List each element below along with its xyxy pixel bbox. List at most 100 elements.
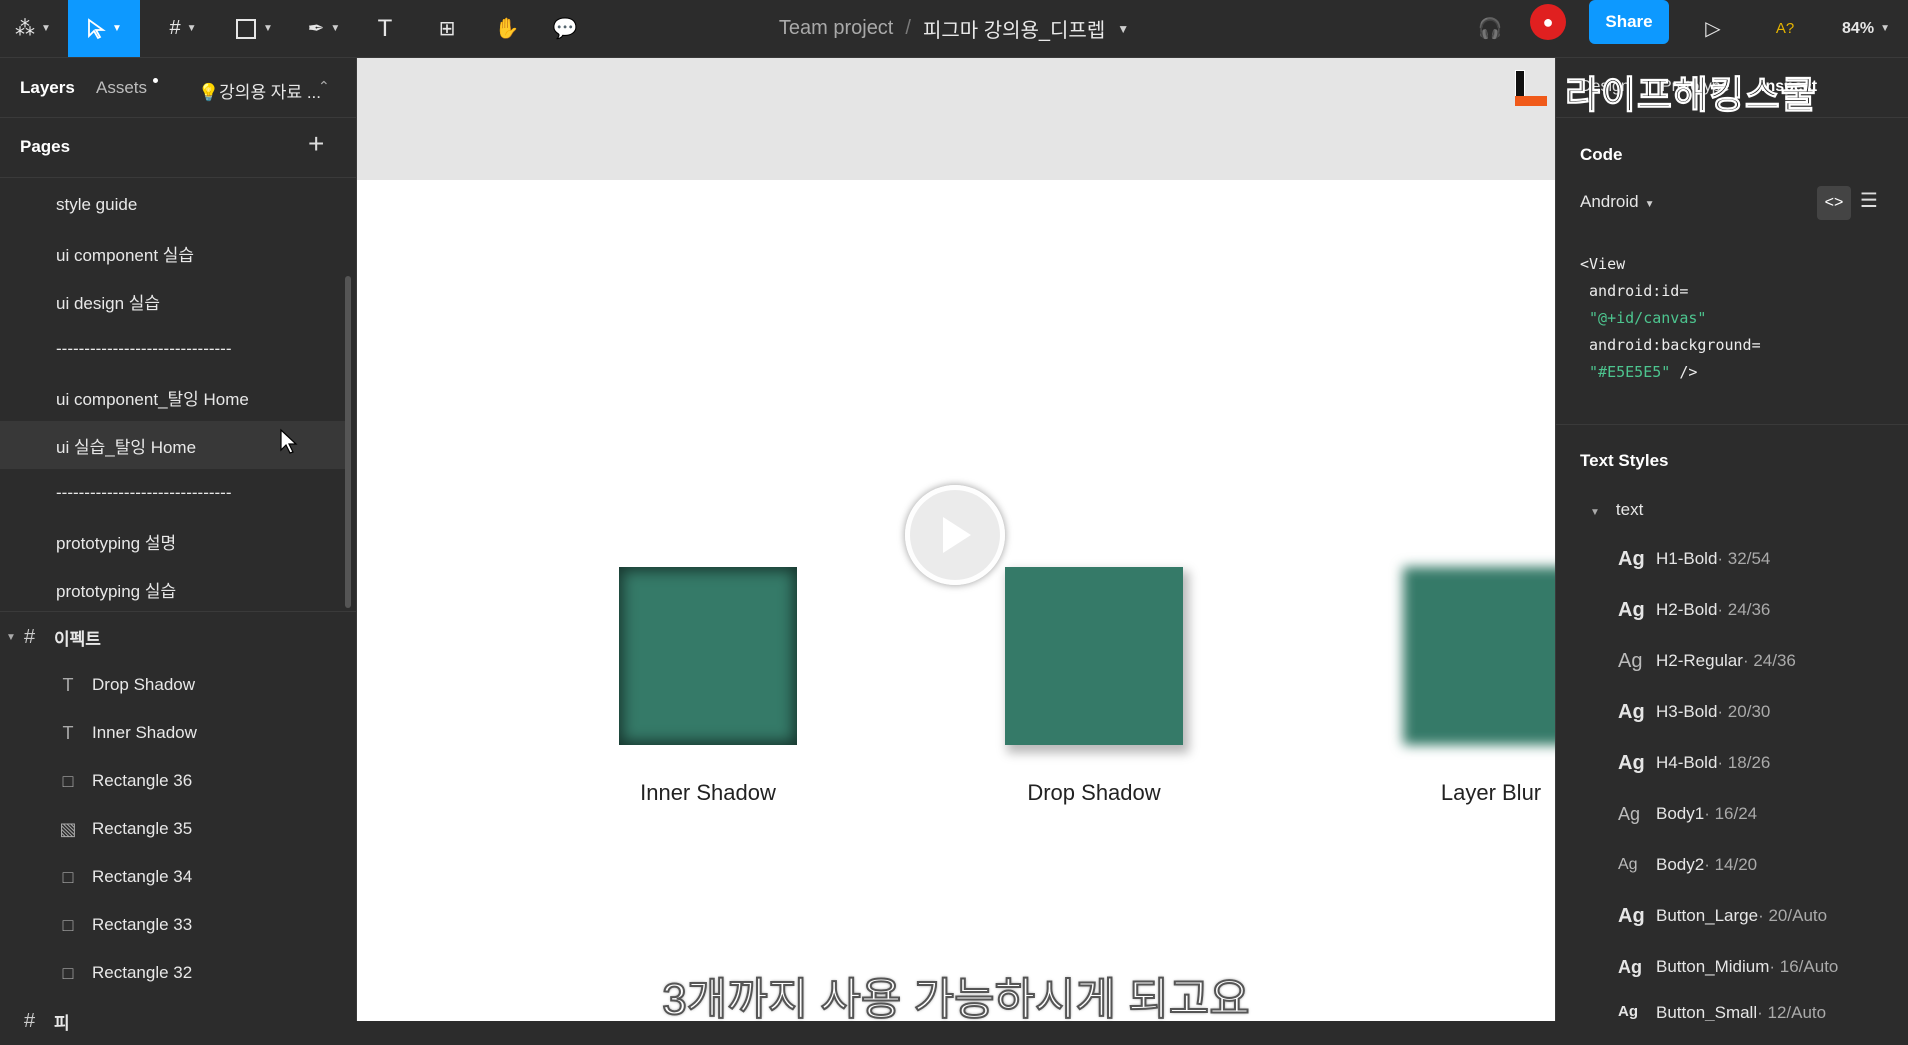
image-layer-icon: ▧	[59, 818, 77, 839]
tab-assets[interactable]: Assets	[96, 78, 147, 98]
text-style-name: H1-Bold	[1656, 549, 1718, 568]
code-line: android:background=	[1580, 336, 1761, 354]
zoom-control[interactable]: 84% ▼	[1836, 0, 1896, 57]
text-style-item[interactable]: Ag Button_Large · 20/Auto	[1618, 901, 1827, 931]
move-tool-button[interactable]: ▼	[68, 0, 140, 57]
page-item[interactable]: ui component_탈잉 Home	[0, 373, 345, 421]
text-layer-icon: T	[62, 674, 74, 695]
page-item[interactable]: ui component 실습	[0, 229, 345, 277]
page-item[interactable]: prototyping 실습	[0, 565, 345, 613]
rectangle-inner-shadow[interactable]	[619, 567, 797, 745]
list-view-button[interactable]: ☰	[1860, 188, 1878, 213]
page-label: ui component 실습	[56, 245, 195, 265]
file-name[interactable]: 피그마 강의용_디프렙	[923, 14, 1105, 43]
missing-fonts-button[interactable]: A?	[1770, 0, 1800, 57]
text-style-item[interactable]: Ag H2-Bold · 24/36	[1618, 595, 1770, 625]
style-group[interactable]: ▼ text	[1590, 500, 1643, 520]
ag-icon: Ag	[1618, 700, 1645, 723]
ag-icon: Ag	[1618, 956, 1642, 977]
rectangle-layer-blur[interactable]	[1403, 567, 1555, 745]
page-label: ui design 실습	[56, 293, 161, 313]
pen-tool-button[interactable]: ✒ ▼	[298, 0, 350, 57]
page-item[interactable]: prototyping 설명	[0, 517, 345, 565]
library-name[interactable]: 💡강의용 자료 ...	[198, 78, 321, 103]
code-block[interactable]: <View android:id= "@+id/canvas" android:…	[1580, 251, 1761, 386]
share-button[interactable]: Share	[1589, 0, 1669, 44]
code-brackets-icon: <>	[1824, 194, 1844, 211]
caption-drop-shadow[interactable]: Drop Shadow	[964, 780, 1224, 806]
pages-scrollbar[interactable]	[345, 276, 351, 608]
chevron-up-icon[interactable]: ⌃	[318, 78, 330, 95]
layer-item[interactable]: □ Rectangle 34	[0, 853, 357, 901]
text-style-meta: · 18/26	[1717, 753, 1771, 772]
resources-tool-button[interactable]: ⊞	[430, 0, 464, 57]
page-label: prototyping 설명	[56, 533, 177, 553]
toolbar: ⁂ ▼ ▼ # ▼ ▼ ✒ ▼ T ⊞ ✋ 💬 Team project / 피그마 …	[0, 0, 1908, 58]
text-style-item[interactable]: Ag H3-Bold · 20/30	[1618, 697, 1770, 727]
layer-label: Rectangle 34	[92, 867, 193, 886]
comment-tool-button[interactable]: 💬	[548, 0, 582, 57]
shape-tool-button[interactable]: ▼	[228, 0, 280, 57]
audio-button[interactable]: 🎧	[1472, 0, 1508, 57]
page-divider[interactable]: -------------------------------	[0, 469, 345, 517]
layer-frame[interactable]: ▼ # 이펙트	[0, 613, 357, 661]
chevron-down-icon[interactable]: ▼	[6, 632, 16, 643]
layer-item[interactable]: □ Rectangle 33	[0, 901, 357, 949]
page-item[interactable]: ui design 실습	[0, 277, 345, 325]
code-view-button[interactable]: <>	[1817, 186, 1851, 220]
text-style-item[interactable]: Ag Button_Small · 12/Auto	[1618, 1003, 1826, 1021]
text-style-item[interactable]: Ag Body1 · 16/24	[1618, 799, 1757, 829]
text-style-item[interactable]: Ag Body2 · 14/20	[1618, 850, 1757, 880]
code-line: "@+id/canvas"	[1580, 309, 1707, 327]
platform-value: Android	[1580, 192, 1639, 211]
tab-layers[interactable]: Layers	[20, 78, 75, 98]
layer-frame[interactable]: # 피	[0, 997, 357, 1045]
rectangle-layer-icon: □	[62, 914, 74, 935]
page-divider[interactable]: -------------------------------	[0, 325, 345, 373]
page-label: ui component_탈잉 Home	[56, 389, 249, 409]
layer-item[interactable]: T Inner Shadow	[0, 709, 357, 757]
mouse-cursor-icon	[280, 428, 298, 454]
video-play-button[interactable]	[905, 485, 1005, 585]
text-style-item[interactable]: Ag H2-Regular · 24/36	[1618, 646, 1796, 676]
layer-item[interactable]: □ Rectangle 32	[0, 949, 357, 997]
page-item[interactable]: style guide	[0, 181, 345, 229]
rectangle-layer-icon: □	[62, 962, 74, 983]
pen-icon: ✒	[307, 18, 325, 40]
caption-layer-blur[interactable]: Layer Blur	[1361, 780, 1555, 806]
text-style-name: Button_Midium	[1656, 957, 1770, 976]
chevron-down-icon[interactable]: ▼	[1117, 22, 1129, 36]
hand-tool-button[interactable]: ✋	[490, 0, 524, 57]
avatar[interactable]: ●	[1530, 4, 1566, 40]
layer-item[interactable]: ▧ Rectangle 35	[0, 805, 357, 853]
canvas[interactable]: Inner Shadow Drop Shadow Layer Blur 3개까지…	[357, 58, 1555, 1021]
rectangle-drop-shadow[interactable]	[1005, 567, 1183, 745]
caption-inner-shadow[interactable]: Inner Shadow	[578, 780, 838, 806]
text-style-name: H3-Bold	[1656, 702, 1718, 721]
text-style-item[interactable]: Ag H4-Bold · 18/26	[1618, 748, 1770, 778]
platform-select[interactable]: Android ▼	[1580, 192, 1655, 212]
figma-menu-button[interactable]: ⁂ ▼	[8, 0, 58, 57]
text-style-meta: · 32/54	[1717, 549, 1771, 568]
text-style-item[interactable]: Ag Button_Midium · 16/Auto	[1618, 952, 1838, 982]
text-style-item[interactable]: Ag H1-Bold · 32/54	[1618, 544, 1770, 574]
add-page-icon[interactable]: +	[308, 128, 324, 160]
present-button[interactable]: ▷	[1698, 0, 1728, 57]
text-style-name: Button_Small	[1656, 1003, 1758, 1021]
headphones-icon: 🎧	[1477, 18, 1503, 40]
layer-item[interactable]: T Drop Shadow	[0, 661, 357, 709]
style-group-label: text	[1615, 500, 1644, 519]
layer-item[interactable]: □ Rectangle 36	[0, 757, 357, 805]
frame-icon: #	[24, 625, 36, 648]
page-label: style guide	[56, 195, 138, 214]
text-style-meta: · 24/36	[1717, 600, 1771, 619]
text-style-name: H2-Regular	[1656, 651, 1743, 670]
chevron-down-icon: ▼	[330, 23, 341, 34]
assets-update-dot	[153, 78, 158, 83]
code-line: android:id=	[1580, 282, 1689, 300]
code-line: <View	[1580, 255, 1626, 273]
frame-tool-button[interactable]: # ▼	[158, 0, 208, 57]
team-name[interactable]: Team project	[779, 17, 894, 40]
text-tool-button[interactable]: T	[368, 0, 402, 57]
play-icon: ▷	[1705, 18, 1721, 40]
